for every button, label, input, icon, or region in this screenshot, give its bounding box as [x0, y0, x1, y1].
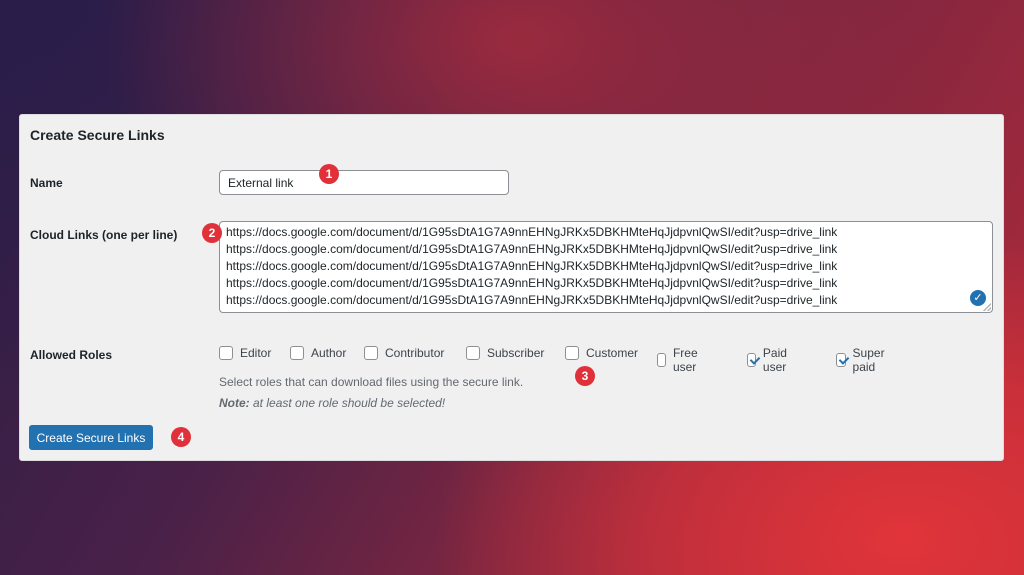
role-checkbox[interactable]	[219, 346, 233, 360]
role-checkbox[interactable]	[747, 353, 756, 367]
name-label: Name	[30, 176, 63, 190]
cloud-link-line: https://docs.google.com/document/d/1G95s…	[226, 225, 838, 239]
role-subscriber[interactable]: Subscriber	[466, 346, 544, 360]
role-label: Editor	[240, 346, 272, 360]
step-marker-3: 3	[575, 366, 595, 386]
cloud-link-line: https://docs.google.com/document/d/1G95s…	[226, 242, 838, 256]
role-label: Paid user	[762, 346, 787, 374]
cloud-links-textarea[interactable]: https://docs.google.com/document/d/1G95s…	[219, 221, 993, 313]
role-super-paid[interactable]: Super paid	[836, 346, 889, 374]
role-checkbox[interactable]	[466, 346, 480, 360]
step-marker-1: 1	[319, 164, 339, 184]
resize-handle-icon[interactable]	[983, 303, 991, 311]
cloud-link-line: https://docs.google.com/document/d/1G95s…	[226, 276, 838, 290]
role-label: Customer	[586, 346, 639, 360]
cloud-link-line: https://docs.google.com/document/d/1G95s…	[226, 259, 838, 273]
role-paid-user[interactable]: Paid user	[747, 346, 792, 374]
role-free-user[interactable]: Free user	[657, 346, 703, 374]
cloud-links-label: Cloud Links (one per line)	[30, 228, 178, 242]
role-label: Super paid	[852, 346, 885, 374]
name-input[interactable]	[219, 170, 509, 195]
create-secure-links-button[interactable]: Create Secure Links	[29, 425, 153, 450]
cloud-link-line: https://docs.google.com/document/d/1G95s…	[226, 293, 838, 307]
role-label: Subscriber	[487, 346, 545, 360]
note-text: at least one role should be selected!	[249, 396, 446, 410]
role-editor[interactable]: Editor	[219, 346, 271, 360]
role-checkbox[interactable]	[565, 346, 579, 360]
allowed-roles-label: Allowed Roles	[30, 348, 113, 362]
role-checkbox[interactable]	[836, 353, 846, 367]
roles-note: Note: at least one role should be select…	[219, 396, 445, 410]
role-label: Author	[311, 346, 347, 360]
role-customer[interactable]: Customer	[565, 346, 638, 360]
step-marker-2: 2	[202, 223, 222, 243]
role-checkbox[interactable]	[657, 353, 666, 367]
role-checkbox[interactable]	[364, 346, 378, 360]
role-contributor[interactable]: Contributor	[364, 346, 444, 360]
panel-title: Create Secure Links	[30, 127, 165, 143]
role-label: Free user	[672, 346, 698, 374]
step-marker-4: 4	[171, 427, 191, 447]
roles-description: Select roles that can download files usi…	[219, 375, 524, 389]
role-label: Contributor	[385, 346, 445, 360]
role-checkbox[interactable]	[290, 346, 304, 360]
create-secure-links-panel: Create Secure Links Name Cloud Links (on…	[19, 114, 1004, 461]
note-prefix: Note:	[219, 396, 250, 410]
role-author[interactable]: Author	[290, 346, 346, 360]
